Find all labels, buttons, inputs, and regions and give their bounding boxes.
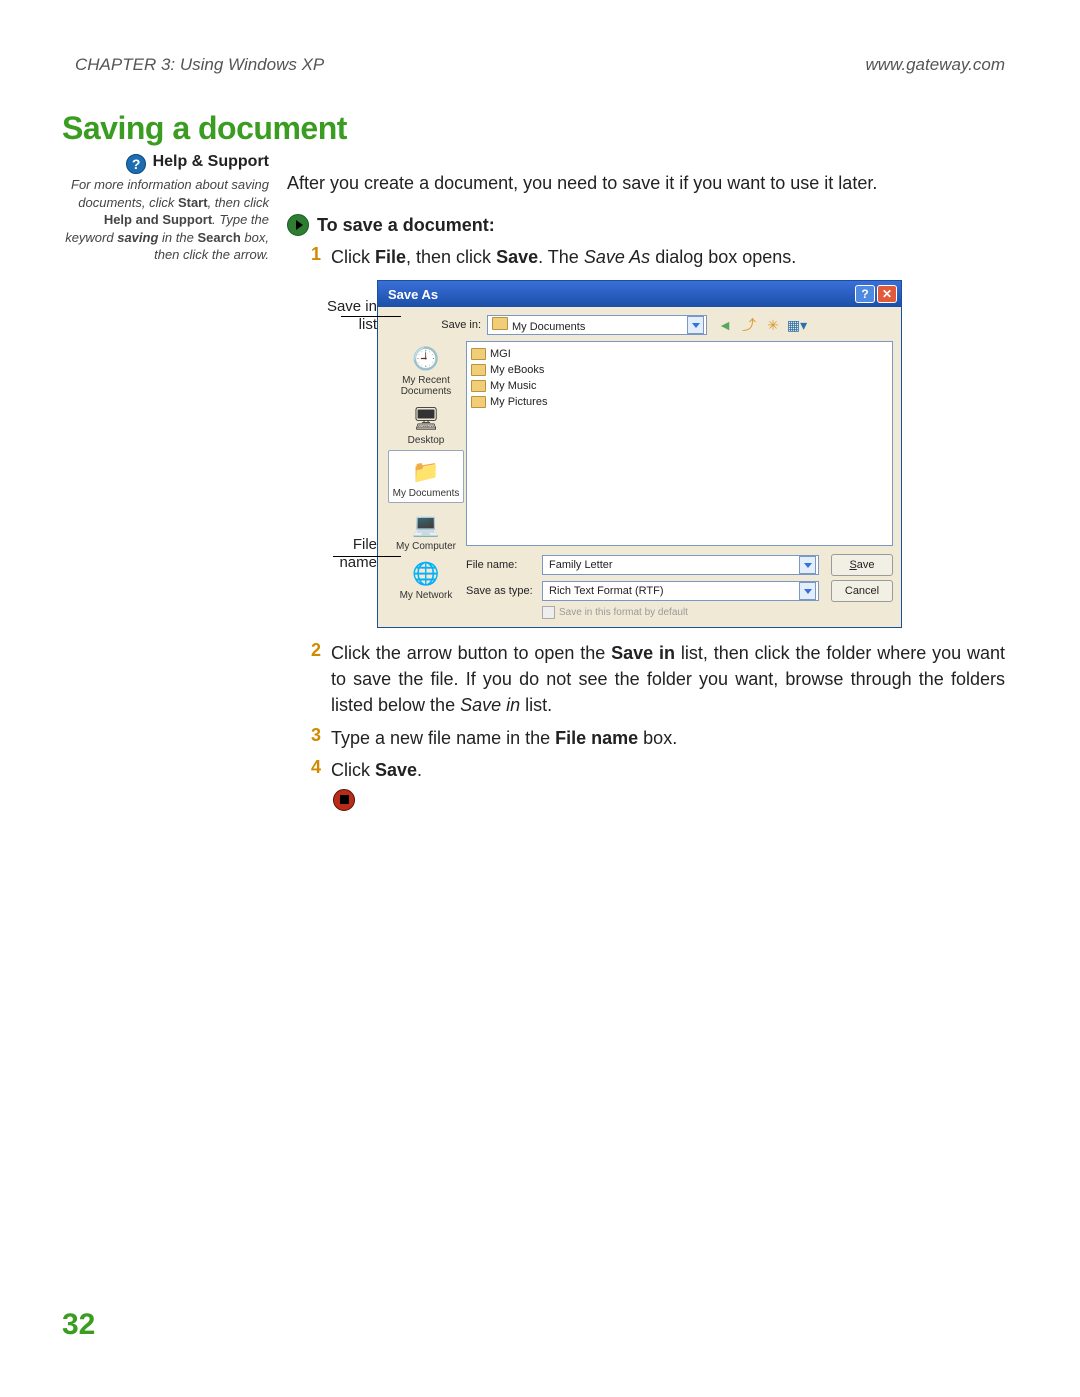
step-text: Click Save. xyxy=(331,757,422,783)
play-icon xyxy=(287,214,309,236)
page-title: Saving a document xyxy=(62,110,1080,147)
page-number: 32 xyxy=(62,1308,95,1342)
savein-label: Save in: xyxy=(436,319,481,331)
place-recent[interactable]: 🕘My Recent Documents xyxy=(391,341,461,397)
step-num: 4 xyxy=(311,757,331,778)
list-item[interactable]: My Pictures xyxy=(471,394,888,410)
step-1: 1 Click File, then click Save. The Save … xyxy=(311,244,1005,270)
folder-icon xyxy=(471,396,486,408)
screenshot: Save inlist Filename Save As ? ✕ xyxy=(287,280,1005,628)
help-body: For more information about saving docume… xyxy=(62,176,269,264)
step-num: 3 xyxy=(311,725,331,746)
folder-icon xyxy=(471,380,486,392)
callout-filename: Filename xyxy=(339,536,377,572)
step-3: 3 Type a new file name in the File name … xyxy=(311,725,1005,751)
up-folder-icon[interactable]: ⤴ xyxy=(741,317,757,333)
place-mycomp[interactable]: 💻My Computer xyxy=(391,507,461,552)
folder-icon xyxy=(492,317,508,330)
step-text: Click File, then click Save. The Save As… xyxy=(331,244,796,270)
views-icon[interactable]: ▦▾ xyxy=(789,317,805,333)
dialog-close-button[interactable]: ✕ xyxy=(877,285,897,303)
list-item[interactable]: My eBooks xyxy=(471,362,888,378)
stop-icon xyxy=(333,789,355,811)
step-num: 1 xyxy=(311,244,331,265)
help-icon: ? xyxy=(126,154,146,174)
procedure-title: To save a document: xyxy=(317,215,495,236)
step-2: 2 Click the arrow button to open the Sav… xyxy=(311,640,1005,718)
help-sidebar: ? Help & Support For more information ab… xyxy=(62,153,287,264)
savetype-label: Save as type: xyxy=(466,585,536,597)
dialog-title: Save As xyxy=(388,287,438,302)
step-num: 2 xyxy=(311,640,331,661)
file-list[interactable]: MGI My eBooks My Music My Pictures xyxy=(466,341,893,546)
places-bar: 🕘My Recent Documents 🖥Desktop 📁My Docume… xyxy=(386,341,466,619)
folder-icon xyxy=(471,348,486,360)
chapter-label: CHAPTER 3: Using Windows XP xyxy=(75,55,324,75)
place-desktop[interactable]: 🖥Desktop xyxy=(391,401,461,446)
list-item[interactable]: MGI xyxy=(471,346,888,362)
dialog-help-button[interactable]: ? xyxy=(855,285,875,303)
default-format-checkbox[interactable]: Save in this format by default xyxy=(542,606,893,619)
step-text: Click the arrow button to open the Save … xyxy=(331,640,1005,718)
chevron-down-icon[interactable] xyxy=(799,582,816,600)
chevron-down-icon[interactable] xyxy=(687,316,704,334)
step-text: Type a new file name in the File name bo… xyxy=(331,725,677,751)
new-folder-icon[interactable]: ✳ xyxy=(765,317,781,333)
list-item[interactable]: My Music xyxy=(471,378,888,394)
folder-icon xyxy=(471,364,486,376)
filename-label: File name: xyxy=(466,559,536,571)
savein-dropdown[interactable]: My Documents xyxy=(487,315,707,335)
intro-text: After you create a document, you need to… xyxy=(287,171,1005,196)
save-as-dialog: Save As ? ✕ Save in: My Documents xyxy=(377,280,902,628)
site-label: www.gateway.com xyxy=(865,55,1005,75)
cancel-button[interactable]: Cancel xyxy=(831,580,893,602)
place-mydocs[interactable]: 📁My Documents xyxy=(388,450,464,503)
savetype-dropdown[interactable]: Rich Text Format (RTF) xyxy=(542,581,819,601)
save-button[interactable]: Save xyxy=(831,554,893,576)
chevron-down-icon[interactable] xyxy=(799,556,816,574)
step-4: 4 Click Save. xyxy=(311,757,1005,783)
place-mynet[interactable]: 🌐My Network xyxy=(391,556,461,601)
filename-input[interactable]: Family Letter xyxy=(542,555,819,575)
back-icon[interactable]: ◄ xyxy=(717,317,733,333)
help-heading: Help & Support xyxy=(153,153,269,170)
